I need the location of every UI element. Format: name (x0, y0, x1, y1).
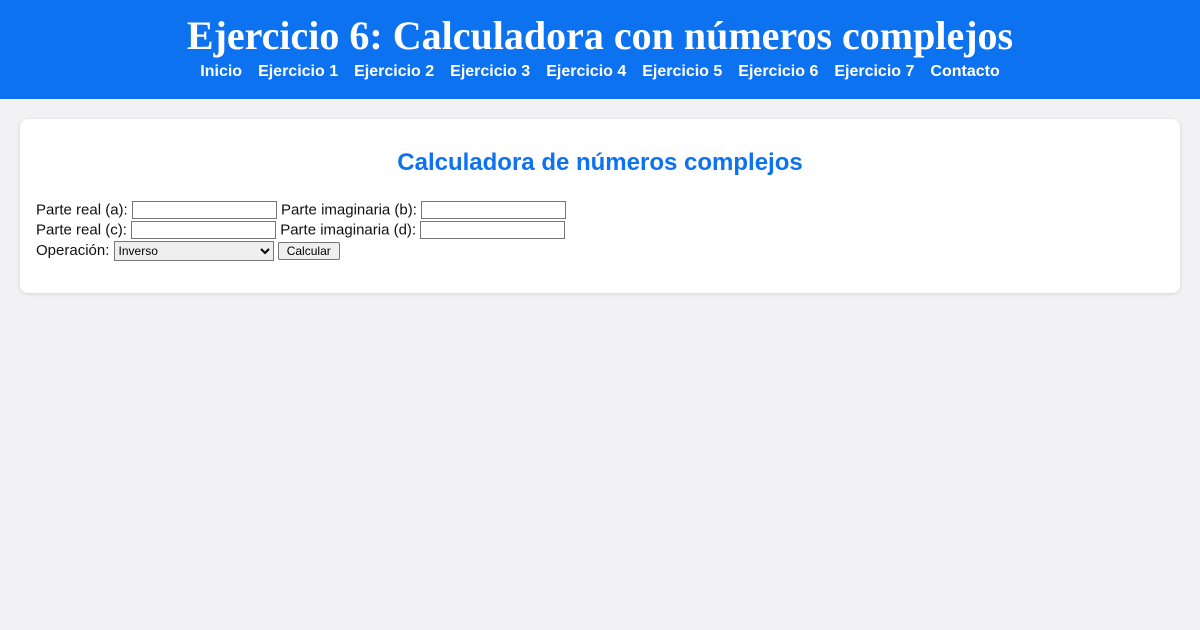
nav-ejercicio-7[interactable]: Ejercicio 7 (834, 63, 914, 81)
form-row-1: Parte real (a): Parte imaginaria (b): (36, 201, 1164, 219)
input-imag-d[interactable] (420, 221, 565, 239)
label-imag-d: Parte imaginaria (d): (280, 222, 416, 239)
nav-ejercicio-5[interactable]: Ejercicio 5 (642, 63, 722, 81)
input-real-a[interactable] (132, 201, 277, 219)
label-imag-b: Parte imaginaria (b): (281, 202, 417, 219)
input-real-c[interactable] (131, 221, 276, 239)
nav-ejercicio-1[interactable]: Ejercicio 1 (258, 63, 338, 81)
label-real-c: Parte real (c): (36, 222, 127, 239)
label-operacion: Operación: (36, 242, 109, 259)
form-row-3: Operación: Inverso Calcular (36, 241, 1164, 261)
page-title: Ejercicio 6: Calculadora con números com… (0, 12, 1200, 59)
nav-ejercicio-4[interactable]: Ejercicio 4 (546, 63, 626, 81)
form-row-2: Parte real (c): Parte imaginaria (d): (36, 221, 1164, 239)
nav-ejercicio-6[interactable]: Ejercicio 6 (738, 63, 818, 81)
select-operacion[interactable]: Inverso (114, 241, 274, 261)
nav-ejercicio-3[interactable]: Ejercicio 3 (450, 63, 530, 81)
label-real-a: Parte real (a): (36, 202, 128, 219)
calculator-card: Calculadora de números complejos Parte r… (20, 119, 1180, 293)
nav-ejercicio-2[interactable]: Ejercicio 2 (354, 63, 434, 81)
calcular-button[interactable]: Calcular (278, 242, 340, 260)
card-title: Calculadora de números complejos (36, 149, 1164, 177)
nav-inicio[interactable]: Inicio (200, 63, 242, 81)
main-nav: Inicio Ejercicio 1 Ejercicio 2 Ejercicio… (0, 63, 1200, 81)
input-imag-b[interactable] (421, 201, 566, 219)
page-header: Ejercicio 6: Calculadora con números com… (0, 0, 1200, 99)
nav-contacto[interactable]: Contacto (930, 63, 999, 81)
